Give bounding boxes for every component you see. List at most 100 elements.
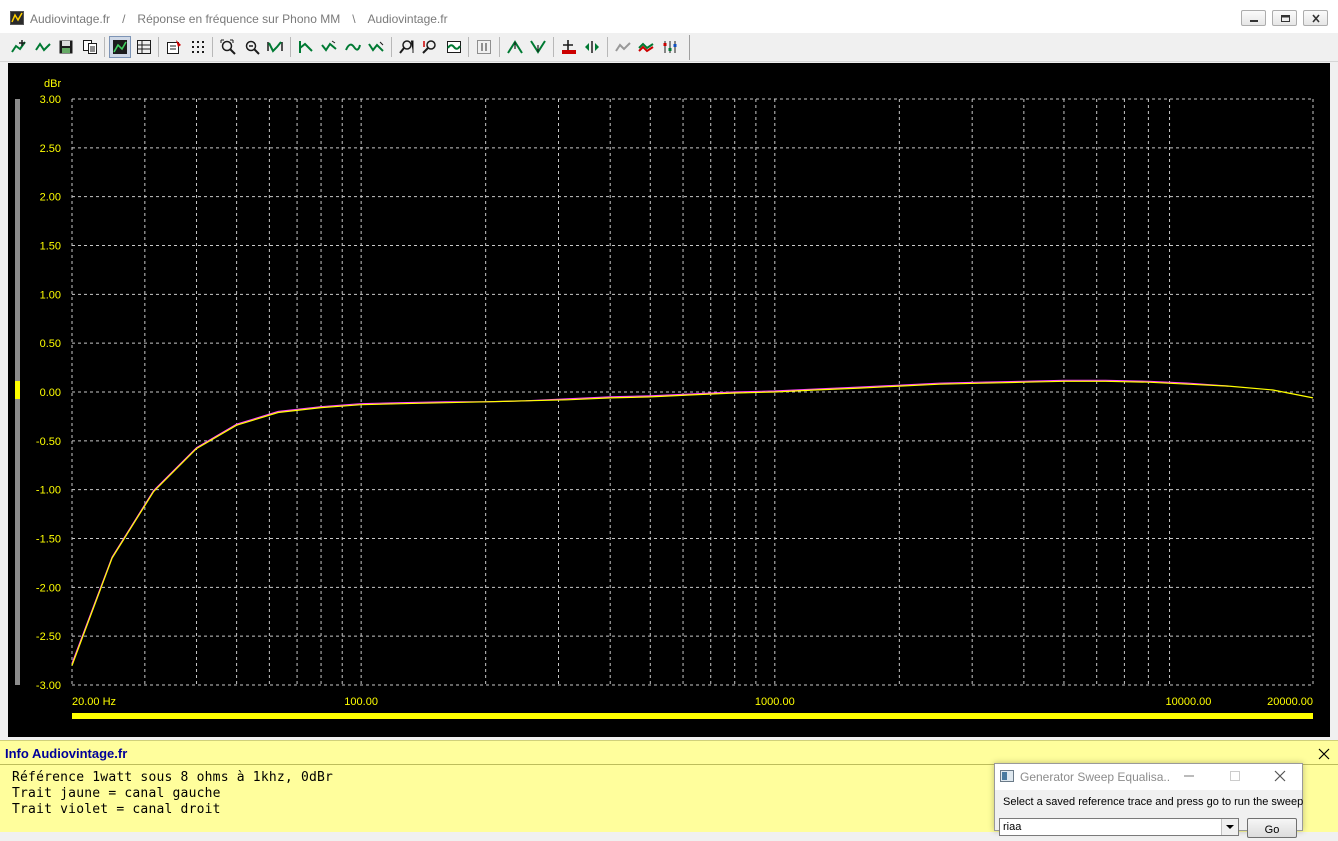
series-line xyxy=(71,380,1314,666)
edit-icon xyxy=(167,40,181,54)
go-button[interactable]: Go xyxy=(1247,818,1297,838)
chart-svg: dBr 3.00 2.50 2.00 1.50 1.00 0.50 0.00 -0.50 -1.… xyxy=(15,78,1314,719)
toolbar-separator xyxy=(289,37,291,57)
peak-up-button[interactable] xyxy=(504,36,526,58)
title-part: Audiovintage.fr xyxy=(367,12,448,26)
close-icon xyxy=(1312,14,1320,23)
dialog-app-icon xyxy=(1000,770,1014,782)
save-icon xyxy=(59,40,73,54)
curve-sweep-button[interactable] xyxy=(342,36,364,58)
settings-trace-icon xyxy=(663,41,676,53)
copy-button[interactable] xyxy=(79,36,101,58)
info-line: Référence 1watt sous 8 ohms à 1khz, 0dBr xyxy=(12,770,334,785)
dialog-message: Select a saved reference trace and press… xyxy=(1003,796,1304,808)
toolbar xyxy=(0,33,1338,62)
hide-trace-icon xyxy=(614,42,631,52)
frequency-response-chart: dBr 3.00 2.50 2.00 1.50 1.00 0.50 0.00 -0.50 -1.… xyxy=(8,63,1330,737)
minimize-button[interactable] xyxy=(1241,10,1266,26)
minimize-icon xyxy=(1250,20,1258,22)
pause-button[interactable] xyxy=(473,36,495,58)
x-tick-label: 20000.00 xyxy=(1267,696,1313,708)
curve-down-button[interactable] xyxy=(318,36,340,58)
reference-trace-value: riaa xyxy=(1003,821,1022,833)
toolbar-separator xyxy=(158,37,159,57)
restore-icon xyxy=(1281,15,1290,22)
edit-button[interactable] xyxy=(163,36,185,58)
dialog-close-icon[interactable] xyxy=(1273,769,1287,783)
y-tick-label: -1.50 xyxy=(36,534,61,546)
y-tick-label: 2.50 xyxy=(40,143,61,155)
peak-down-icon xyxy=(530,40,546,54)
title-separator: \ xyxy=(352,12,356,26)
zoom-out-button[interactable] xyxy=(241,36,263,58)
y-tick-label: 0.00 xyxy=(40,387,61,399)
bottom-scrollbar[interactable] xyxy=(72,713,1313,719)
toolbar-separator xyxy=(468,37,469,57)
waveform-button[interactable] xyxy=(264,36,286,58)
trace-shape-button[interactable] xyxy=(32,36,54,58)
trace-shape-icon xyxy=(34,42,51,52)
marker-add-icon xyxy=(561,40,576,54)
trace-wave-icon xyxy=(446,41,461,53)
chevron-down-icon[interactable] xyxy=(1221,819,1238,835)
toolbar-separator xyxy=(552,37,554,57)
curve-up-button[interactable] xyxy=(295,36,317,58)
left-scroll-thumb[interactable] xyxy=(15,381,20,399)
toolbar-separator xyxy=(498,37,500,57)
x-tick-label: 20.00 Hz xyxy=(72,696,116,708)
info-close-icon[interactable] xyxy=(1318,748,1330,760)
window-title: Audiovintage.fr / Réponse en fréquence sur… xyxy=(30,12,448,26)
info-title: Info Audiovintage.fr xyxy=(5,746,128,761)
toolbar-separator xyxy=(390,37,392,57)
copy-icon xyxy=(82,40,97,54)
generator-sweep-dialog: Generator Sweep Equalisa... Select a sav… xyxy=(994,763,1304,838)
zoom-x-button[interactable] xyxy=(396,36,418,58)
zoom-fit-button[interactable] xyxy=(217,36,239,58)
properties-grid-button[interactable] xyxy=(133,36,155,58)
app-icon xyxy=(10,11,24,25)
zoom-y-button[interactable] xyxy=(419,36,441,58)
marker-add-button[interactable] xyxy=(558,36,580,58)
x-tick-label: 1000.00 xyxy=(755,696,795,708)
add-trace-button[interactable] xyxy=(8,36,30,58)
curve-check-button[interactable] xyxy=(365,36,387,58)
peak-down-button[interactable] xyxy=(527,36,549,58)
y-tick-label: -2.50 xyxy=(36,631,61,643)
curve-down-icon xyxy=(321,40,337,52)
curve-sweep-icon xyxy=(344,43,361,51)
settings-trace-button[interactable] xyxy=(659,36,681,58)
toolbar-separator xyxy=(212,37,213,57)
curve-check-icon xyxy=(368,41,384,52)
x-tick-label: 10000.00 xyxy=(1166,696,1212,708)
zoom-x-icon xyxy=(398,40,413,54)
trace-wave-button[interactable] xyxy=(443,36,465,58)
restore-button[interactable] xyxy=(1272,10,1297,26)
zoom-fit-icon xyxy=(220,39,236,55)
y-tick-label: 0.50 xyxy=(40,338,61,350)
dialog-title: Generator Sweep Equalisa... xyxy=(1020,770,1170,784)
dialog-titlebar: Generator Sweep Equalisa... xyxy=(995,764,1302,790)
y-tick-label: -3.00 xyxy=(36,680,61,692)
reference-trace-select[interactable]: riaa xyxy=(999,818,1239,836)
curve-up-icon xyxy=(298,41,313,53)
compare-trace-button[interactable] xyxy=(635,36,657,58)
hide-trace-button[interactable] xyxy=(612,36,634,58)
y-tick-label: -0.50 xyxy=(36,436,61,448)
window-titlebar: Audiovintage.fr / Réponse en fréquence sur… xyxy=(0,0,1338,34)
graph-view-button[interactable] xyxy=(109,36,131,58)
close-button[interactable] xyxy=(1303,10,1328,26)
dotted-grid-button[interactable] xyxy=(187,36,209,58)
y-axis-label: dBr xyxy=(44,78,61,90)
compare-trace-icon xyxy=(638,42,654,53)
title-part: Audiovintage.fr xyxy=(30,12,111,26)
marker-move-button[interactable] xyxy=(581,36,603,58)
y-tick-label: -2.00 xyxy=(36,582,61,594)
dialog-minimize-icon[interactable] xyxy=(1182,769,1196,783)
pause-icon xyxy=(477,40,491,54)
toolbar-separator xyxy=(104,37,105,57)
save-button[interactable] xyxy=(55,36,77,58)
y-tick-label: 2.00 xyxy=(40,192,61,204)
waveform-icon xyxy=(267,41,283,53)
dialog-maximize-icon[interactable] xyxy=(1228,769,1242,783)
dotted-grid-icon xyxy=(191,41,204,53)
